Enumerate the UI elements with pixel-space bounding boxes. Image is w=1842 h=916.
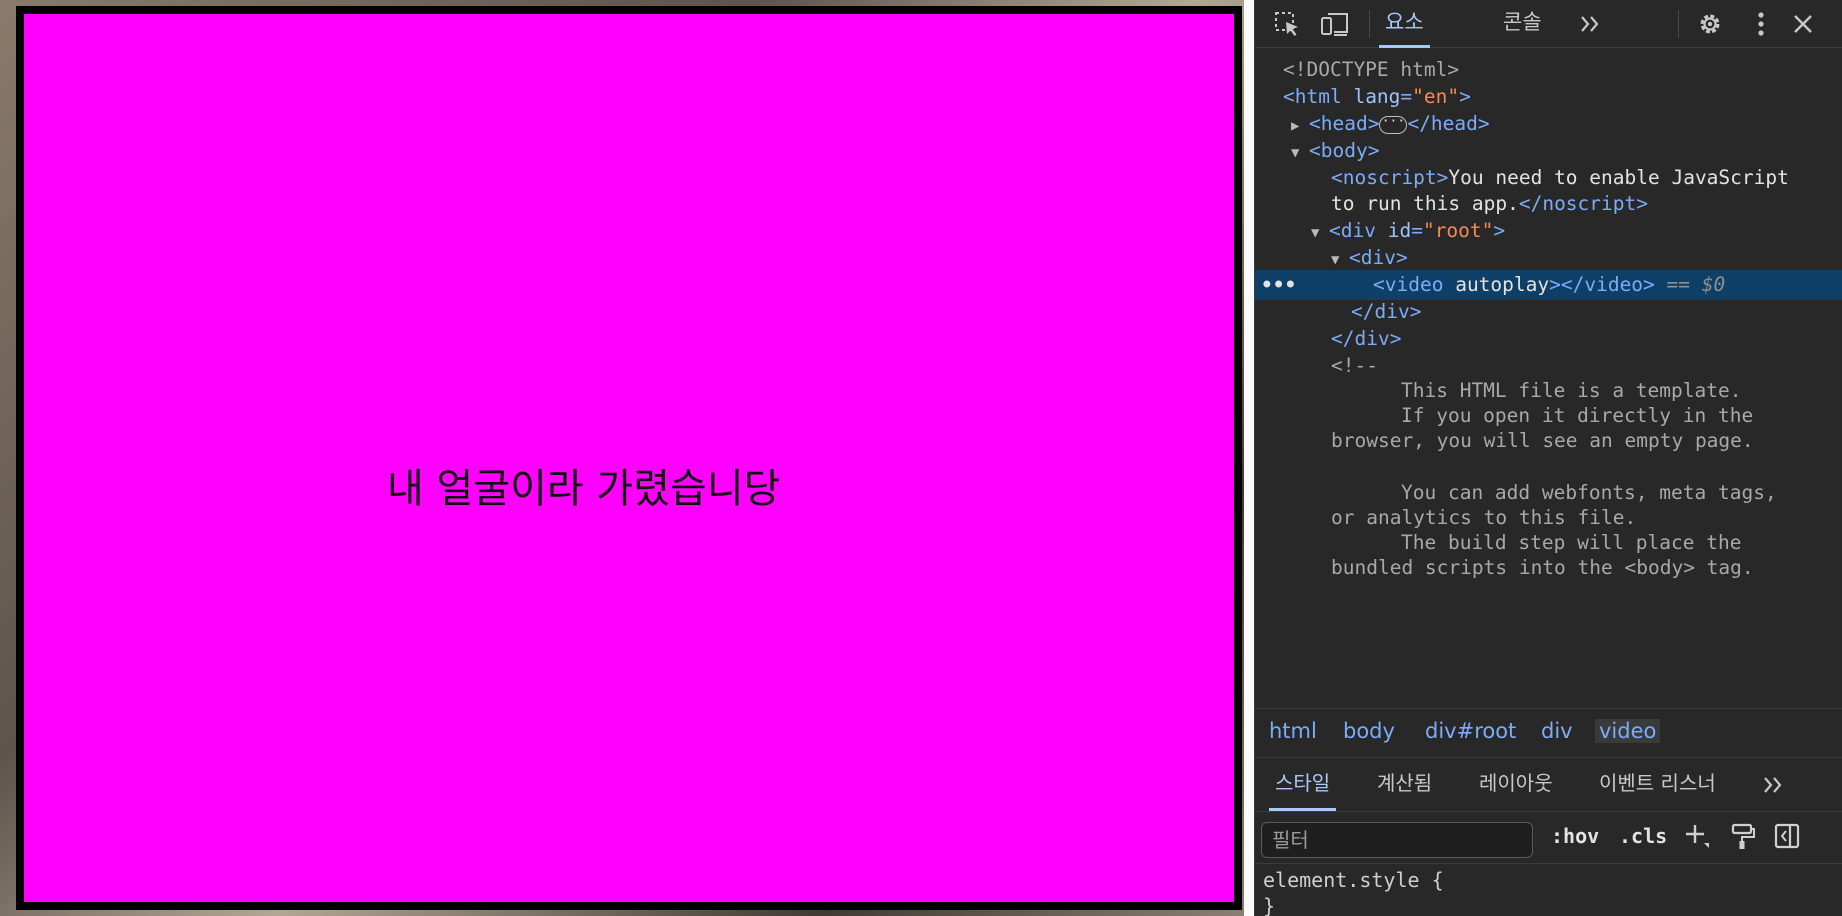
cls-toggle-button[interactable]: .cls — [1619, 824, 1667, 848]
devtools-panel: 요소 콘솔 <!DOCTYPE html> <html lang="en"> ▶… — [1254, 0, 1842, 916]
breadcrumb-html[interactable]: html — [1269, 719, 1317, 743]
more-options-icon[interactable] — [1745, 8, 1777, 40]
dom-div-close[interactable]: </div> — [1255, 297, 1842, 327]
node-actions-icon[interactable]: ••• — [1261, 270, 1296, 300]
viewport-divider[interactable] — [1244, 0, 1254, 916]
dom-div-root-node[interactable]: ▼ <div id="root"> — [1255, 216, 1842, 246]
devtools-toolbar: 요소 콘솔 — [1255, 0, 1842, 48]
breadcrumb-div-root[interactable]: div#root — [1425, 719, 1516, 743]
dom-div-root-close[interactable]: </div> — [1255, 324, 1842, 354]
dom-comment-line: browser, you will see an empty page. — [1331, 429, 1754, 452]
video-element[interactable]: 내 얼굴이라 가렸습니당 — [16, 6, 1242, 910]
hov-toggle-button[interactable]: :hov — [1551, 824, 1599, 848]
styles-pane[interactable]: element.style { } — [1255, 864, 1842, 916]
device-toolbar-icon[interactable] — [1319, 8, 1351, 40]
video-surface: 내 얼굴이라 가렸습니당 — [24, 14, 1234, 902]
styles-toolbar: :hov .cls — [1255, 812, 1842, 864]
breadcrumb-div[interactable]: div — [1541, 719, 1573, 743]
video-caption: 내 얼굴이라 가렸습니당 — [387, 466, 781, 512]
tab-elements[interactable]: 요소 — [1379, 0, 1430, 48]
dom-head-node[interactable]: ▶ <head> ··· </head> — [1255, 109, 1842, 139]
more-tabs-icon[interactable] — [1574, 8, 1606, 40]
toggle-sidebar-icon[interactable] — [1771, 820, 1803, 852]
tab-computed[interactable]: 계산됨 — [1371, 758, 1438, 811]
page-viewport: 내 얼굴이라 가렸습니당 — [0, 0, 1254, 916]
dom-html-node[interactable]: <html lang="en"> — [1255, 82, 1842, 112]
tab-layout[interactable]: 레이아웃 — [1473, 758, 1559, 811]
dom-tree[interactable]: <!DOCTYPE html> <html lang="en"> ▶ <head>… — [1255, 48, 1842, 708]
tab-console[interactable]: 콘솔 — [1497, 0, 1548, 48]
dom-breadcrumb: html body div#root div video — [1255, 708, 1842, 758]
element-style-rule-close: } — [1263, 894, 1276, 916]
dom-comment-line: bundled scripts into the <body> tag. — [1331, 556, 1754, 579]
dom-div-node[interactable]: ▼ <div> — [1255, 243, 1842, 273]
styles-filter-input[interactable] — [1261, 822, 1533, 858]
inspect-element-icon[interactable] — [1271, 8, 1303, 40]
tab-event-listeners[interactable]: 이벤트 리스너 — [1593, 758, 1722, 811]
dom-noscript-node-cont[interactable]: to run this app.</noscript> — [1255, 189, 1842, 219]
paint-roller-icon[interactable] — [1727, 820, 1759, 852]
element-style-rule[interactable]: element.style { — [1263, 868, 1444, 892]
styles-tabbar: 스타일 계산됨 레이아웃 이벤트 리스너 — [1255, 758, 1842, 812]
breadcrumb-body[interactable]: body — [1343, 719, 1395, 743]
close-icon[interactable] — [1787, 8, 1819, 40]
tab-styles[interactable]: 스타일 — [1269, 758, 1337, 811]
dom-doctype[interactable]: <!DOCTYPE html> — [1255, 55, 1842, 85]
collapsed-ellipsis-icon[interactable]: ··· — [1379, 115, 1408, 134]
breadcrumb-video[interactable]: video — [1595, 719, 1661, 743]
dom-video-node-selected[interactable]: ••• <video autoplay></video> == $0 — [1255, 270, 1842, 300]
dom-body-node[interactable]: ▼ <body> — [1255, 136, 1842, 166]
new-style-rule-icon[interactable] — [1681, 820, 1713, 852]
settings-gear-icon[interactable] — [1694, 8, 1726, 40]
more-tabs-icon[interactable] — [1757, 769, 1789, 801]
